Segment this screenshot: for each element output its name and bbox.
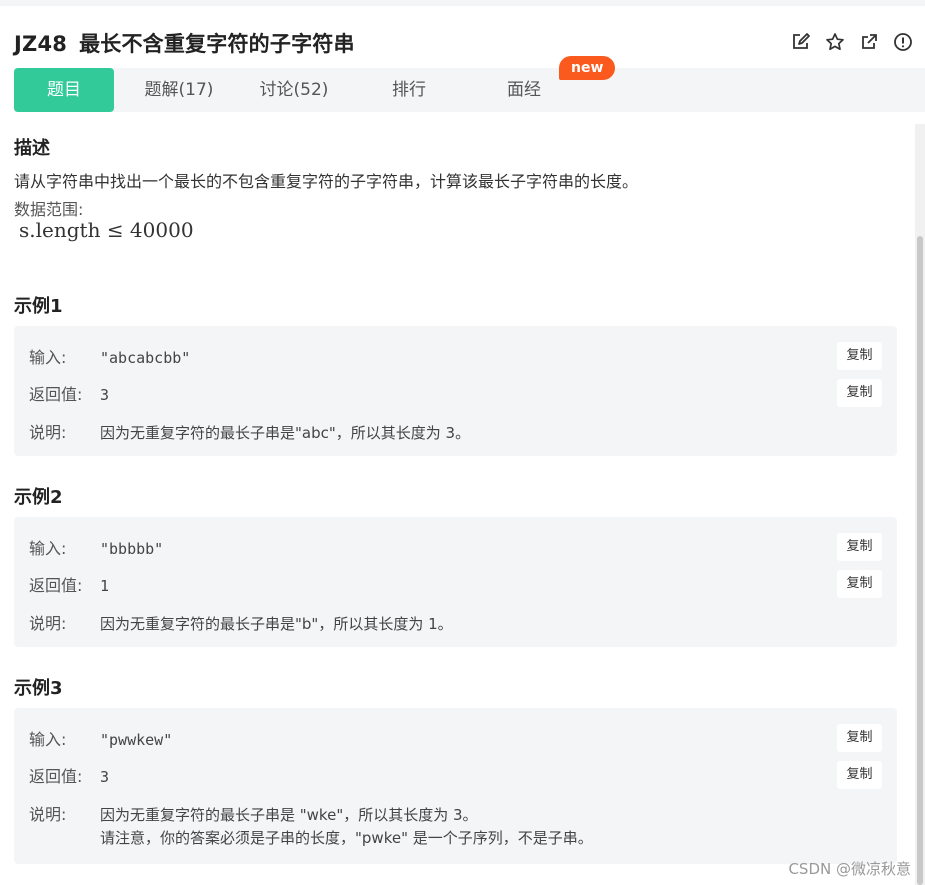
example-explanation-row: 说明:因为无重复字符的最长子串是"b"，所以其长度为 1。 [29, 610, 453, 634]
example-input-row: 输入:"abcabcbb" [29, 344, 190, 368]
scrollbar-thumb[interactable] [917, 236, 923, 885]
output-label: 返回值: [29, 381, 100, 405]
problem-name: 最长不含重复字符的子字符串 [79, 32, 355, 56]
explanation-text: 因为无重复字符的最长子串是"abc"，所以其长度为 3。 [100, 424, 470, 442]
output-value: 3 [100, 768, 109, 786]
explanation-label: 说明: [29, 610, 100, 634]
tab-ranking[interactable]: 排行 [359, 68, 459, 112]
copy-input-button[interactable]: 复制 [837, 724, 882, 752]
tab-problem[interactable]: 题目 [14, 68, 114, 112]
example-3-heading: 示例3 [14, 674, 63, 700]
header-actions [791, 32, 913, 52]
output-value: 1 [100, 577, 109, 595]
input-value: "bbbbb" [100, 540, 163, 558]
example-1-box: 输入:"abcabcbb" 复制 返回值:3 复制 说明:因为无重复字符的最长子… [14, 326, 897, 456]
explanation-text: 因为无重复字符的最长子串是"b"，所以其长度为 1。 [100, 615, 453, 633]
explanation-label: 说明: [29, 801, 100, 825]
problem-code: JZ48 [14, 32, 67, 56]
input-value: "abcabcbb" [100, 349, 190, 367]
range-label: 数据范围: [14, 196, 83, 220]
copy-output-button[interactable]: 复制 [837, 761, 882, 789]
description-heading: 描述 [14, 134, 50, 160]
input-label: 输入: [29, 344, 100, 368]
example-output-row: 返回值:3 [29, 763, 109, 787]
example-2-heading: 示例2 [14, 483, 63, 509]
description-text: 请从字符串中找出一个最长的不包含重复字符的子字符串，计算该最长子字符串的长度。 [14, 170, 638, 194]
output-label: 返回值: [29, 763, 100, 787]
problem-title: JZ48 最长不含重复字符的子字符串 [14, 28, 355, 58]
example-explanation-row: 说明:因为无重复字符的最长子串是 "wke"，所以其长度为 3。 [29, 801, 478, 825]
star-icon[interactable] [825, 32, 845, 52]
example-explanation-row-2: 请注意，你的答案必须是子串的长度，"pwke" 是一个子序列，不是子串。 [100, 827, 593, 848]
example-3-box: 输入:"pwwkew" 复制 返回值:3 复制 说明:因为无重复字符的最长子串是… [14, 708, 897, 864]
info-icon[interactable] [893, 32, 913, 52]
problem-header: JZ48 最长不含重复字符的子字符串 [0, 6, 925, 70]
example-input-row: 输入:"pwwkew" [29, 726, 172, 750]
explanation-label: 说明: [29, 419, 100, 443]
copy-output-button[interactable]: 复制 [837, 379, 882, 407]
output-value: 3 [100, 386, 109, 404]
example-1-heading: 示例1 [14, 292, 63, 318]
example-output-row: 返回值:1 [29, 572, 109, 596]
watermark: CSDN @微凉秋意 [788, 858, 911, 879]
copy-input-button[interactable]: 复制 [837, 342, 882, 370]
input-label: 输入: [29, 535, 100, 559]
range-formula: s.length ≤ 40000 [19, 218, 194, 242]
copy-input-button[interactable]: 复制 [837, 533, 882, 561]
output-label: 返回值: [29, 572, 100, 596]
example-input-row: 输入:"bbbbb" [29, 535, 163, 559]
tab-discussion[interactable]: 讨论(52) [244, 68, 344, 112]
example-2-box: 输入:"bbbbb" 复制 返回值:1 复制 说明:因为无重复字符的最长子串是"… [14, 517, 897, 647]
input-label: 输入: [29, 726, 100, 750]
explanation-text: 因为无重复字符的最长子串是 "wke"，所以其长度为 3。 [100, 806, 478, 824]
new-badge: new [559, 56, 615, 80]
explanation-text: 请注意，你的答案必须是子串的长度，"pwke" 是一个子序列，不是子串。 [100, 829, 593, 847]
edit-icon[interactable] [791, 32, 811, 52]
copy-output-button[interactable]: 复制 [837, 570, 882, 598]
problem-panel: JZ48 最长不含重复字符的子字符串 题目 题解(17) 讨论(52) 排行 面经… [0, 6, 925, 885]
example-explanation-row: 说明:因为无重复字符的最长子串是"abc"，所以其长度为 3。 [29, 419, 470, 443]
example-output-row: 返回值:3 [29, 381, 109, 405]
tab-bar: 题目 题解(17) 讨论(52) 排行 面经 new [14, 68, 925, 112]
external-link-icon[interactable] [859, 32, 879, 52]
tab-solutions[interactable]: 题解(17) [129, 68, 229, 112]
input-value: "pwwkew" [100, 731, 172, 749]
